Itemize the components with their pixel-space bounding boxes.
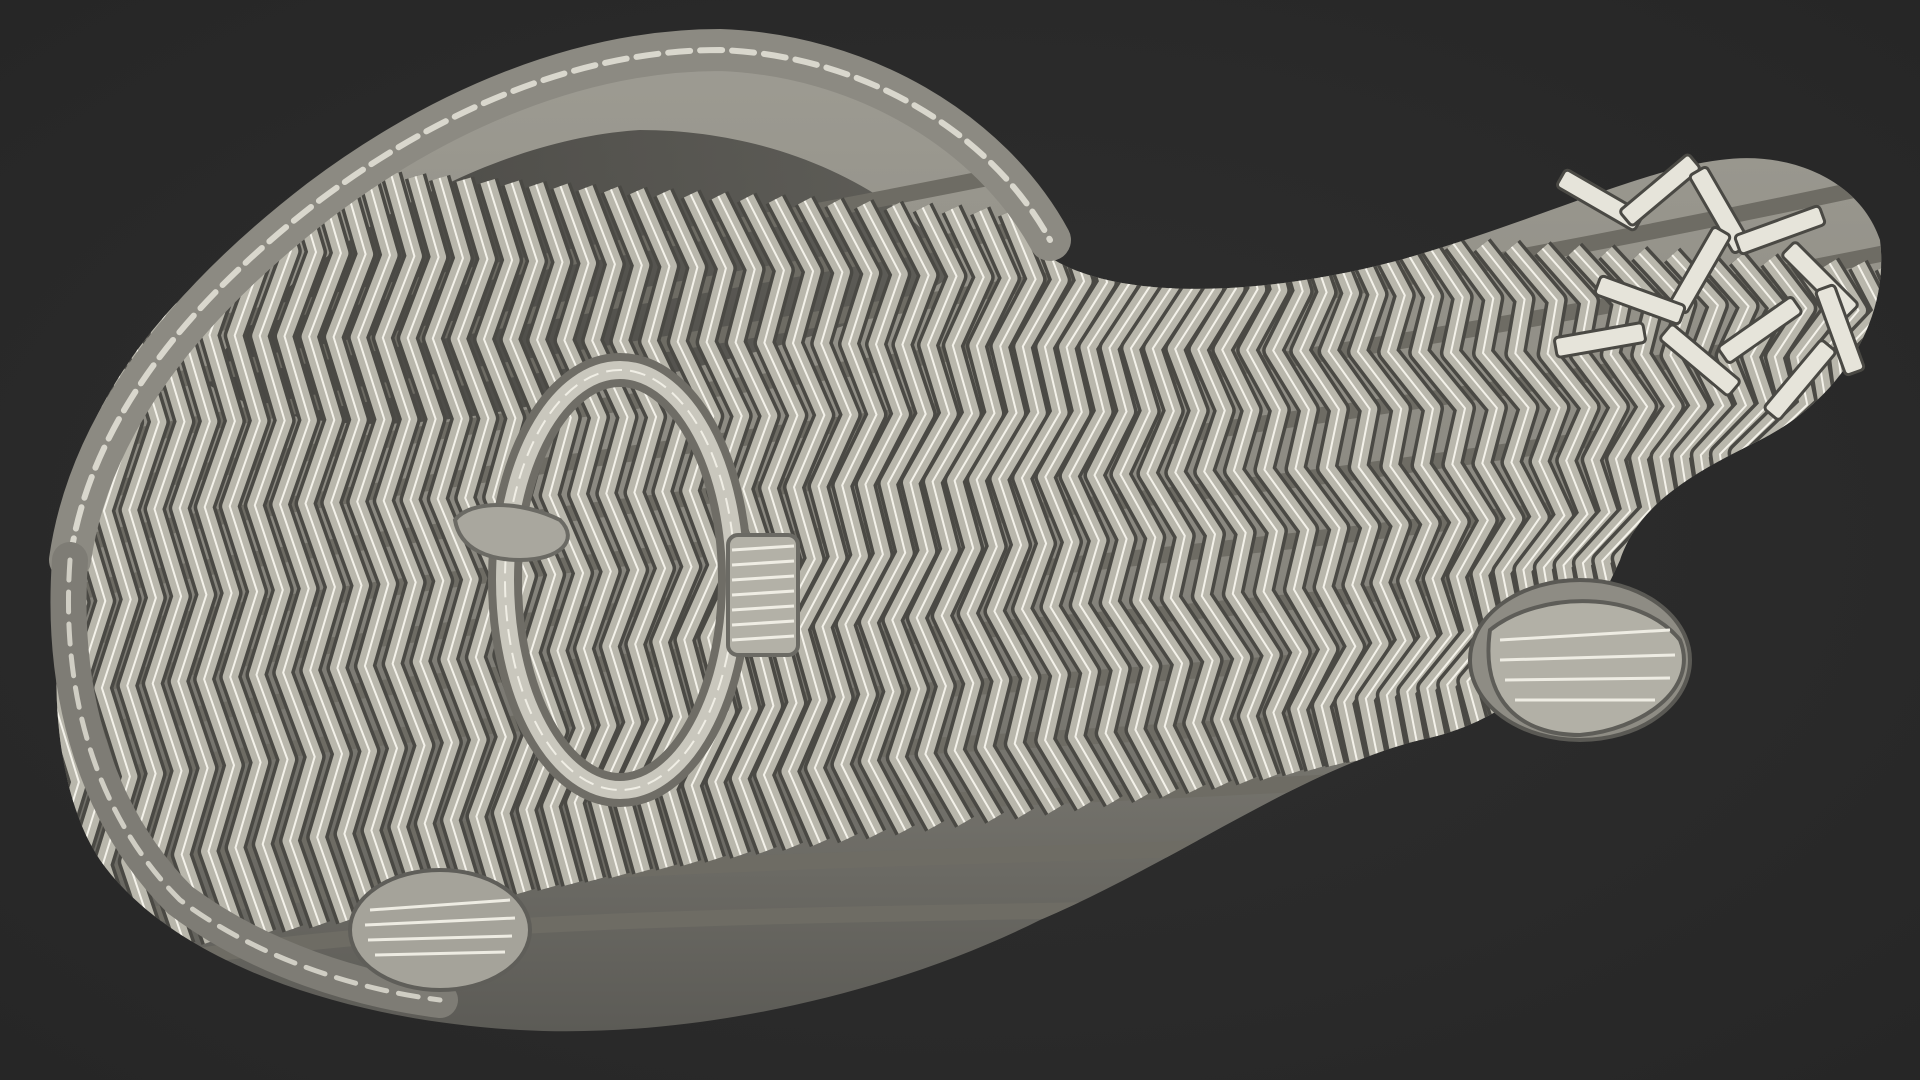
3d-viewport[interactable] xyxy=(0,0,1920,1080)
rim-knot-bottom xyxy=(348,868,532,992)
weave-strand xyxy=(1848,267,1882,678)
cornucopia-model-render xyxy=(0,28,1882,1032)
weave-strand xyxy=(0,150,28,970)
tail-knot xyxy=(1468,578,1692,742)
